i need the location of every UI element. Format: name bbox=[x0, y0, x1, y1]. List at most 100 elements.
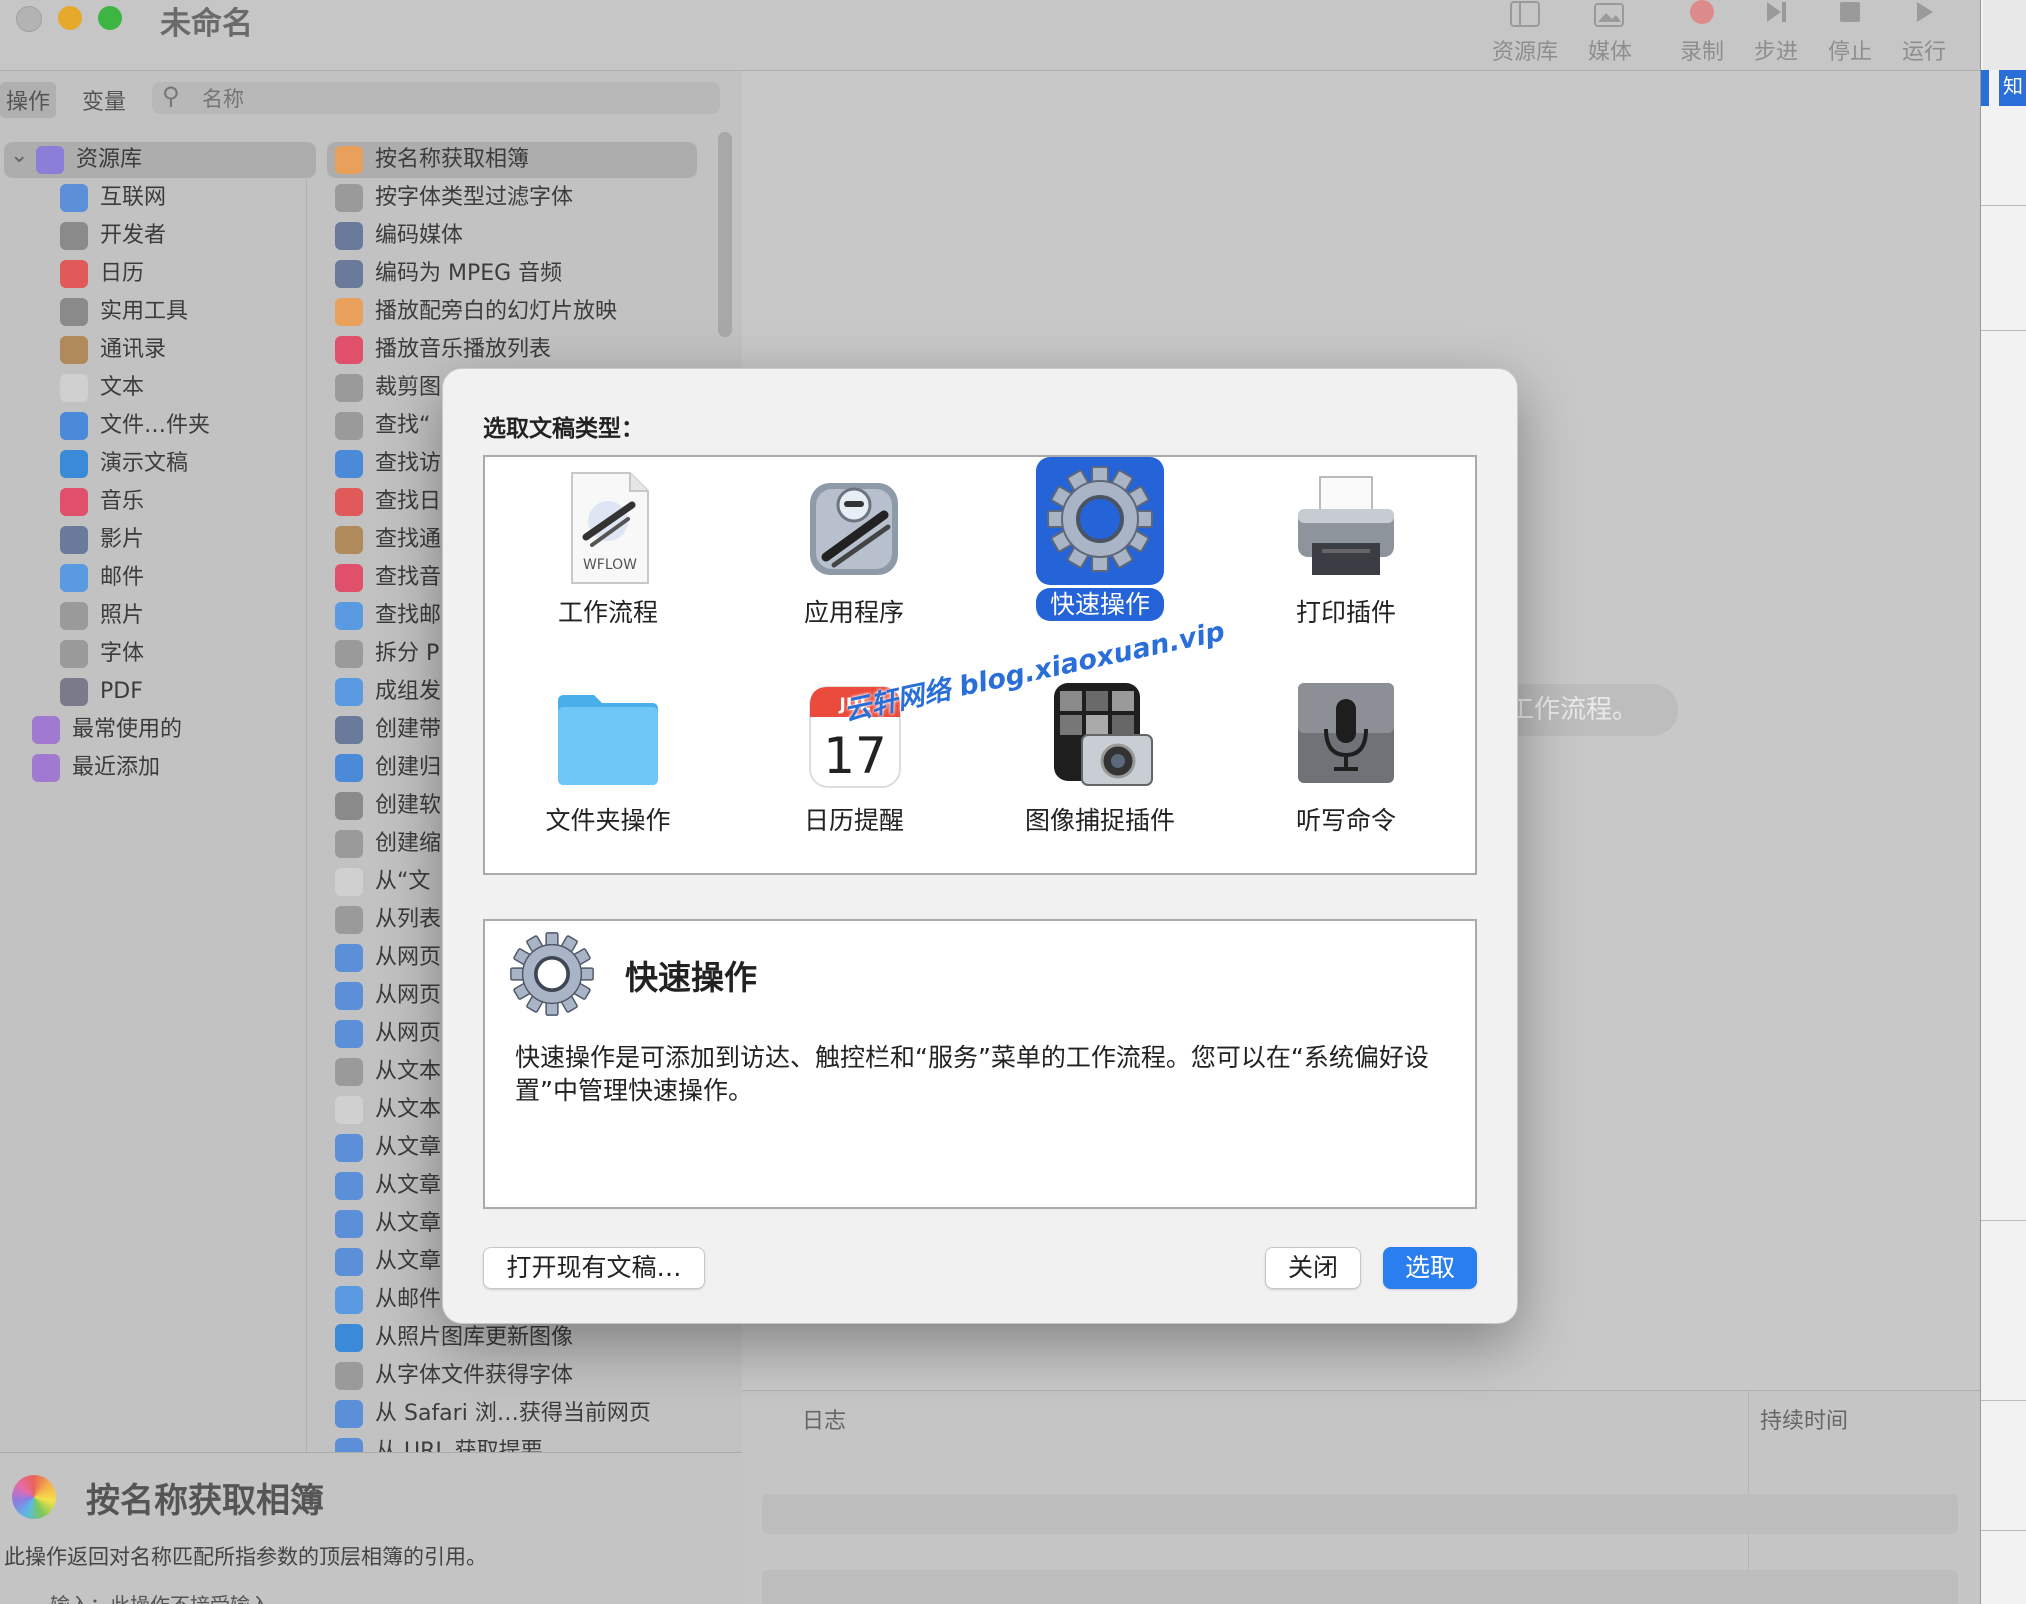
document-type-dialog: 选取文稿类型： WFLOW 工作流程 应用程序 快速操作 打印插件 文件夹操作 … bbox=[442, 368, 1518, 1324]
action-item-label: 从“文 bbox=[375, 869, 431, 894]
type-dictation-command-label: 听写命令 bbox=[1295, 806, 1396, 835]
action-item[interactable]: 编码媒体 bbox=[327, 218, 713, 254]
action-item[interactable]: 从照片图库更新图像 bbox=[327, 1320, 713, 1356]
action-item-label: 按字体类型过滤字体 bbox=[375, 185, 574, 210]
type-folder-action-label: 文件夹操作 bbox=[545, 806, 671, 835]
type-image-capture-plugin[interactable]: 图像捕捉插件 bbox=[977, 673, 1223, 873]
divider bbox=[1981, 1400, 2026, 1401]
action-icon bbox=[335, 1134, 363, 1162]
toolbar-library-button[interactable]: 资源库 bbox=[1485, 0, 1565, 70]
action-icon bbox=[335, 1324, 363, 1352]
type-print-plugin[interactable]: 打印插件 bbox=[1223, 465, 1469, 665]
action-info-panel: 按名称获取相簿 此操作返回对名称匹配所指参数的顶层相簿的引用。 输入：此操作不接… bbox=[0, 1452, 742, 1604]
category-icon bbox=[60, 678, 88, 706]
toolbar-media-button[interactable]: 媒体 bbox=[1570, 0, 1650, 70]
action-icon bbox=[335, 1058, 363, 1086]
action-item-label: 从字体文件获得字体 bbox=[375, 1363, 574, 1388]
category-icon bbox=[60, 412, 88, 440]
action-item[interactable]: 播放配旁白的幻灯片放映 bbox=[327, 294, 713, 330]
action-item-label: 从网页 bbox=[375, 983, 442, 1008]
automator-robot-icon bbox=[790, 465, 918, 593]
description-text: 快速操作是可添加到访达、触控栏和“服务”菜单的工作流程。您可以在“系统偏好设置”… bbox=[515, 1043, 1429, 1105]
category-icon bbox=[60, 374, 88, 402]
toolbar-run-button[interactable]: 运行 bbox=[1884, 0, 1964, 70]
category-icon bbox=[60, 222, 88, 250]
action-item[interactable]: 按名称获取相簿 bbox=[327, 142, 697, 178]
minimize-window-button[interactable] bbox=[58, 6, 82, 30]
library-item-label: 照片 bbox=[100, 603, 145, 628]
action-item-label: 查找音 bbox=[375, 565, 442, 590]
library-item[interactable]: 最常使用的 bbox=[0, 712, 332, 748]
action-item-label: 从网页 bbox=[375, 945, 442, 970]
library-item-label: PDF bbox=[100, 679, 143, 704]
action-item-label: 查找访 bbox=[375, 451, 442, 476]
action-icon bbox=[335, 1286, 363, 1314]
library-item-label: 文本 bbox=[100, 375, 145, 400]
workflow-badge: WFLOW bbox=[583, 557, 637, 573]
category-icon bbox=[60, 602, 88, 630]
action-icon bbox=[335, 412, 363, 440]
toolbar-record-label: 录制 bbox=[1679, 40, 1724, 65]
action-item-label: 从文章 bbox=[375, 1173, 442, 1198]
library-item-label: 演示文稿 bbox=[100, 451, 189, 476]
calendar-day: 17 bbox=[823, 727, 887, 785]
search-icon: ⚲ bbox=[162, 82, 180, 110]
choose-button[interactable]: 选取 bbox=[1383, 1247, 1477, 1289]
category-icon bbox=[60, 336, 88, 364]
category-icon bbox=[32, 754, 60, 782]
toolbar-stop-label: 停止 bbox=[1827, 40, 1872, 65]
type-folder-action[interactable]: 文件夹操作 bbox=[485, 673, 731, 873]
action-item-label: 查找邮 bbox=[375, 603, 442, 628]
type-workflow[interactable]: WFLOW 工作流程 bbox=[485, 465, 731, 665]
toolbar-step-button[interactable]: 步进 bbox=[1736, 0, 1816, 70]
tab-actions[interactable]: 操作 bbox=[0, 82, 57, 118]
type-dictation-command[interactable]: 听写命令 bbox=[1223, 673, 1469, 873]
action-item-label: 查找日 bbox=[375, 489, 442, 514]
disclosure-chevron-icon[interactable]: ⌄ bbox=[10, 138, 28, 174]
toolbar-record-button[interactable]: 录制 bbox=[1662, 0, 1742, 70]
action-icon bbox=[335, 374, 363, 402]
folder-icon bbox=[544, 673, 672, 801]
action-item[interactable]: 从 Safari 浏…获得当前网页 bbox=[327, 1396, 713, 1432]
log-row bbox=[762, 1494, 1958, 1534]
log-column-header[interactable]: 日志 bbox=[802, 1403, 846, 1435]
adjacent-window-thumbnail bbox=[1983, 0, 2026, 70]
action-item[interactable]: 编码为 MPEG 音频 bbox=[327, 256, 713, 292]
action-item-label: 从照片图库更新图像 bbox=[375, 1325, 574, 1350]
action-icon bbox=[335, 298, 363, 326]
action-icon bbox=[335, 678, 363, 706]
record-icon bbox=[1662, 0, 1742, 34]
library-item[interactable]: ⌄ 资源库 bbox=[4, 142, 316, 178]
close-window-button[interactable] bbox=[16, 6, 42, 32]
library-item[interactable]: 最近添加 bbox=[0, 750, 332, 786]
tab-variables[interactable]: 变量 bbox=[76, 82, 132, 118]
type-application[interactable]: 应用程序 bbox=[731, 465, 977, 665]
library-icon bbox=[1485, 0, 1565, 34]
library-item-label: 最常使用的 bbox=[72, 717, 183, 742]
close-button[interactable]: 关闭 bbox=[1265, 1247, 1361, 1289]
action-icon bbox=[335, 1172, 363, 1200]
photos-icon bbox=[12, 1475, 56, 1519]
action-item-label: 从文章 bbox=[375, 1211, 442, 1236]
toolbar-stop-button[interactable]: 停止 bbox=[1810, 0, 1890, 70]
action-item-label: 从文本 bbox=[375, 1059, 442, 1084]
action-item[interactable]: 从字体文件获得字体 bbox=[327, 1358, 713, 1394]
duration-column-header[interactable]: 持续时间 bbox=[1760, 1403, 1848, 1435]
action-item[interactable]: 从 URL 获取提要 bbox=[327, 1434, 713, 1452]
search-input[interactable] bbox=[200, 84, 704, 114]
title-bar: 未命名 资源库 媒体 录制 步进 停止 运行 bbox=[0, 0, 1980, 71]
action-item-label: 查找通 bbox=[375, 527, 442, 552]
toolbar-media-label: 媒体 bbox=[1587, 40, 1632, 65]
actions-scrollbar[interactable] bbox=[718, 132, 732, 337]
action-icon bbox=[335, 222, 363, 250]
image-capture-icon bbox=[1036, 673, 1164, 801]
action-icon bbox=[335, 184, 363, 212]
search-field[interactable]: ⚲ bbox=[152, 82, 720, 114]
type-quick-action-label: 快速操作 bbox=[1035, 588, 1164, 621]
action-item[interactable]: 按字体类型过滤字体 bbox=[327, 180, 713, 216]
zoom-window-button[interactable] bbox=[98, 6, 122, 30]
open-existing-button[interactable]: 打开现有文稿… bbox=[483, 1247, 705, 1289]
action-item[interactable]: 播放音乐播放列表 bbox=[327, 332, 713, 368]
action-item-label: 从邮件 bbox=[375, 1287, 442, 1312]
divider bbox=[1981, 330, 2026, 331]
